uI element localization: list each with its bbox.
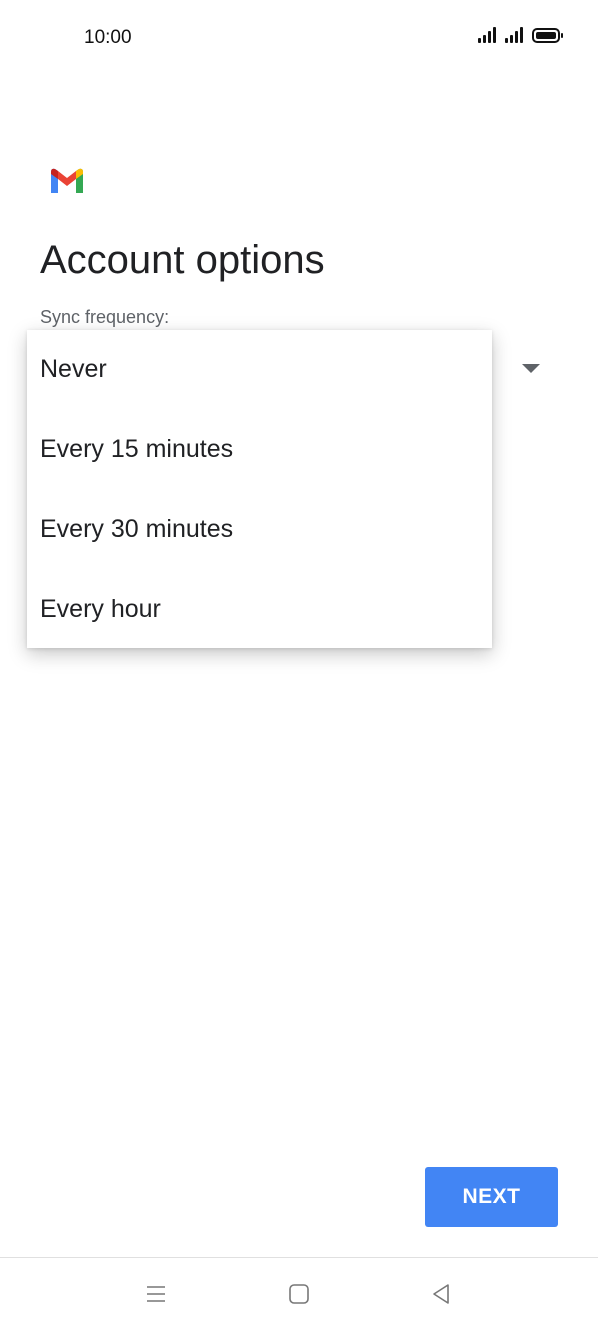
status-time: 10:00 — [84, 27, 132, 48]
signal-icon — [505, 27, 523, 43]
sync-frequency-menu: Never Every 15 minutes Every 30 minutes … — [27, 330, 492, 648]
status-icons — [478, 27, 563, 43]
signal-icon — [478, 27, 496, 43]
nav-bar — [0, 1258, 598, 1330]
dropdown-arrow-icon[interactable] — [522, 364, 540, 373]
menu-item-every-30-minutes[interactable]: Every 30 minutes — [27, 489, 492, 569]
menu-icon[interactable] — [140, 1278, 172, 1310]
home-icon[interactable] — [283, 1278, 315, 1310]
sync-frequency-label: Sync frequency: — [40, 307, 170, 327]
menu-item-never[interactable]: Never — [27, 330, 492, 409]
screen: 10:00 Account options Sync frequency: Ne… — [0, 0, 598, 1330]
next-button[interactable]: NEXT — [425, 1167, 558, 1227]
back-icon[interactable] — [425, 1278, 457, 1310]
battery-icon — [532, 27, 563, 43]
page-title: Account options — [40, 238, 325, 282]
gmail-logo — [51, 168, 83, 193]
menu-item-every-15-minutes[interactable]: Every 15 minutes — [27, 409, 492, 489]
menu-item-every-hour[interactable]: Every hour — [27, 569, 492, 649]
